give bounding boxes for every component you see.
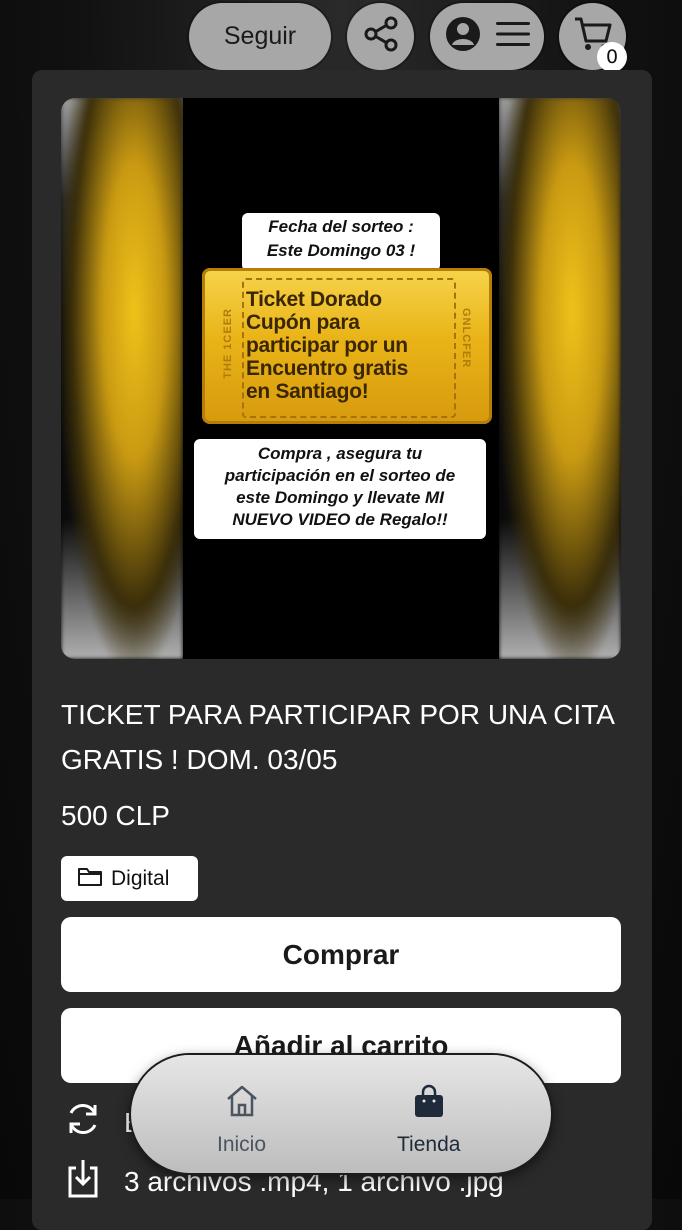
blurred-background-right (499, 98, 621, 659)
download-icon (64, 1158, 102, 1205)
ticket-line-3: participar por un (246, 334, 408, 357)
promo-line-1: Compra , asegura tu (257, 444, 423, 463)
promo-label: Compra , asegura tu participación en el … (194, 439, 486, 539)
golden-ticket-graphic: THE 1CEER GNLCFER Ticket Dorado Cupón pa… (202, 268, 492, 424)
refresh-icon (64, 1100, 102, 1145)
profile-icon (444, 15, 482, 58)
menu-icon (496, 21, 530, 52)
ticket-line-4: Encuentro gratis (246, 357, 409, 380)
share-icon (362, 15, 400, 58)
ticket-text: Ticket Dorado Cupón para participar por … (246, 288, 456, 403)
shopping-bag-icon (411, 1083, 447, 1125)
nav-shop-label: Tienda (397, 1133, 461, 1156)
buy-label: Comprar (282, 938, 400, 970)
ticket-line-1: Ticket Dorado (246, 288, 382, 311)
product-title: TICKET PARA PARTICIPAR POR UNA CITA GRAT… (61, 699, 614, 775)
draw-date-line-2: Este Domingo 03 ! (266, 241, 416, 260)
ticket-side-text-left: THE 1CEER (222, 308, 234, 379)
product-price: 500 CLP (61, 800, 170, 831)
bottom-nav: Inicio Tienda (131, 1055, 551, 1173)
blurred-background-left (61, 98, 183, 659)
ticket-side-text-right: GNLCFER (460, 308, 472, 369)
folder-icon (77, 865, 103, 893)
ticket-line-2: Cupón para (246, 311, 360, 334)
promo-line-3: este Domingo y llevate MI (236, 488, 444, 507)
account-menu-button[interactable] (430, 3, 544, 70)
nav-item-home[interactable]: Inicio (217, 1083, 266, 1157)
draw-date-label: Fecha del sorteo : Este Domingo 03 ! (242, 213, 440, 271)
share-button[interactable] (347, 3, 414, 70)
nav-item-shop[interactable]: Tienda (397, 1083, 460, 1157)
home-icon (224, 1083, 260, 1125)
follow-label: Seguir (223, 22, 297, 50)
ticket-line-5: en Santiago! (246, 380, 369, 403)
product-type-badge: Digital (61, 856, 198, 901)
follow-button[interactable]: Seguir (189, 3, 331, 70)
draw-date-line-1: Fecha del sorteo : (268, 217, 414, 236)
buy-button[interactable]: Comprar (61, 917, 621, 992)
product-type-label: Digital (111, 866, 170, 890)
promo-line-2: participación en el sorteo de (224, 466, 456, 485)
top-bar: Seguir 0 (0, 0, 682, 74)
cart-count-badge: 0 (597, 42, 627, 72)
promo-line-4: NUEVO VIDEO de Regalo!! (232, 510, 448, 529)
product-image[interactable]: Fecha del sorteo : Este Domingo 03 ! THE… (61, 98, 621, 659)
nav-home-label: Inicio (217, 1133, 267, 1156)
